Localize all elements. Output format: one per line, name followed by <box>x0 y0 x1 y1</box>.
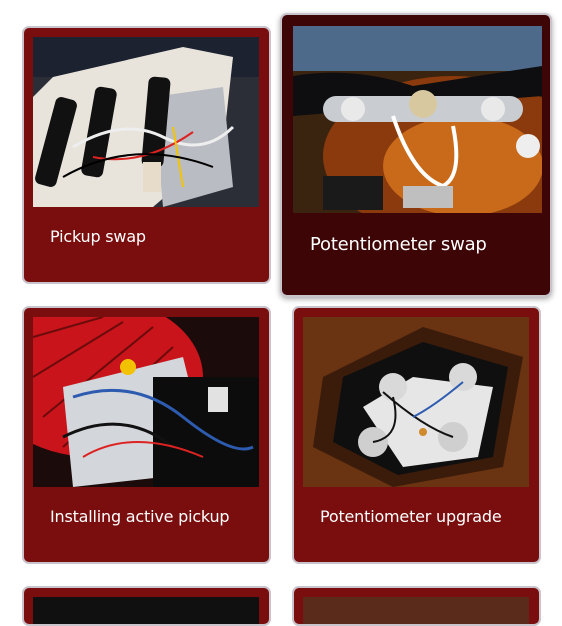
card-title: Potentiometer upgrade <box>320 507 502 526</box>
card-title: Installing active pickup <box>50 507 230 526</box>
card-title: Potentiometer swap <box>310 234 487 255</box>
card-potentiometer-upgrade[interactable]: Potentiometer upgrade <box>292 306 541 564</box>
card-potentiometer-swap[interactable]: Potentiometer swap <box>280 13 552 297</box>
partial-card-photo-right <box>303 597 529 624</box>
potentiometer-upgrade-photo <box>303 317 529 487</box>
card-partial-right[interactable] <box>292 586 541 626</box>
card-installing-active-pickup[interactable]: Installing active pickup <box>22 306 271 564</box>
card-partial-left[interactable] <box>22 586 271 626</box>
installing-active-pickup-photo <box>33 317 259 487</box>
card-title: Pickup swap <box>50 227 146 246</box>
potentiometer-swap-photo <box>293 26 542 213</box>
card-pickup-swap[interactable]: Pickup swap <box>22 26 271 284</box>
partial-card-photo-left <box>33 597 259 624</box>
pickup-swap-photo <box>33 37 259 207</box>
